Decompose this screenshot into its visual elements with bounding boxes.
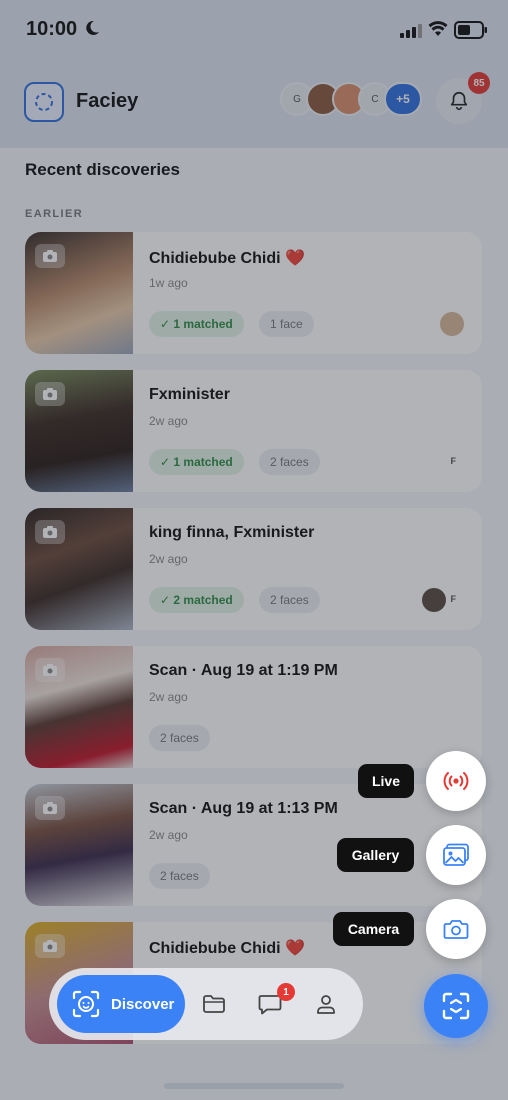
live-label[interactable]: Live (358, 764, 414, 798)
nav-discover[interactable]: Discover (57, 975, 185, 1033)
home-indicator (164, 1083, 344, 1089)
camera-icon (443, 920, 469, 939)
nav-profile[interactable] (312, 990, 340, 1018)
face-scan-icon (72, 990, 100, 1018)
messages-badge: 1 (277, 983, 295, 1001)
scan-icon (442, 992, 470, 1020)
gallery-button[interactable] (426, 825, 486, 885)
camera-label[interactable]: Camera (333, 912, 414, 946)
gallery-icon (443, 843, 469, 866)
live-icon (443, 772, 469, 790)
nav-folders[interactable] (200, 990, 228, 1018)
gallery-label[interactable]: Gallery (337, 838, 414, 872)
nav-discover-label: Discover (111, 995, 175, 1013)
bottom-nav: Discover 1 (49, 968, 363, 1040)
camera-button[interactable] (426, 899, 486, 959)
profile-icon (317, 995, 335, 1014)
live-button[interactable] (426, 751, 486, 811)
scan-fab-button[interactable] (424, 974, 488, 1038)
folder-icon (203, 995, 225, 1013)
